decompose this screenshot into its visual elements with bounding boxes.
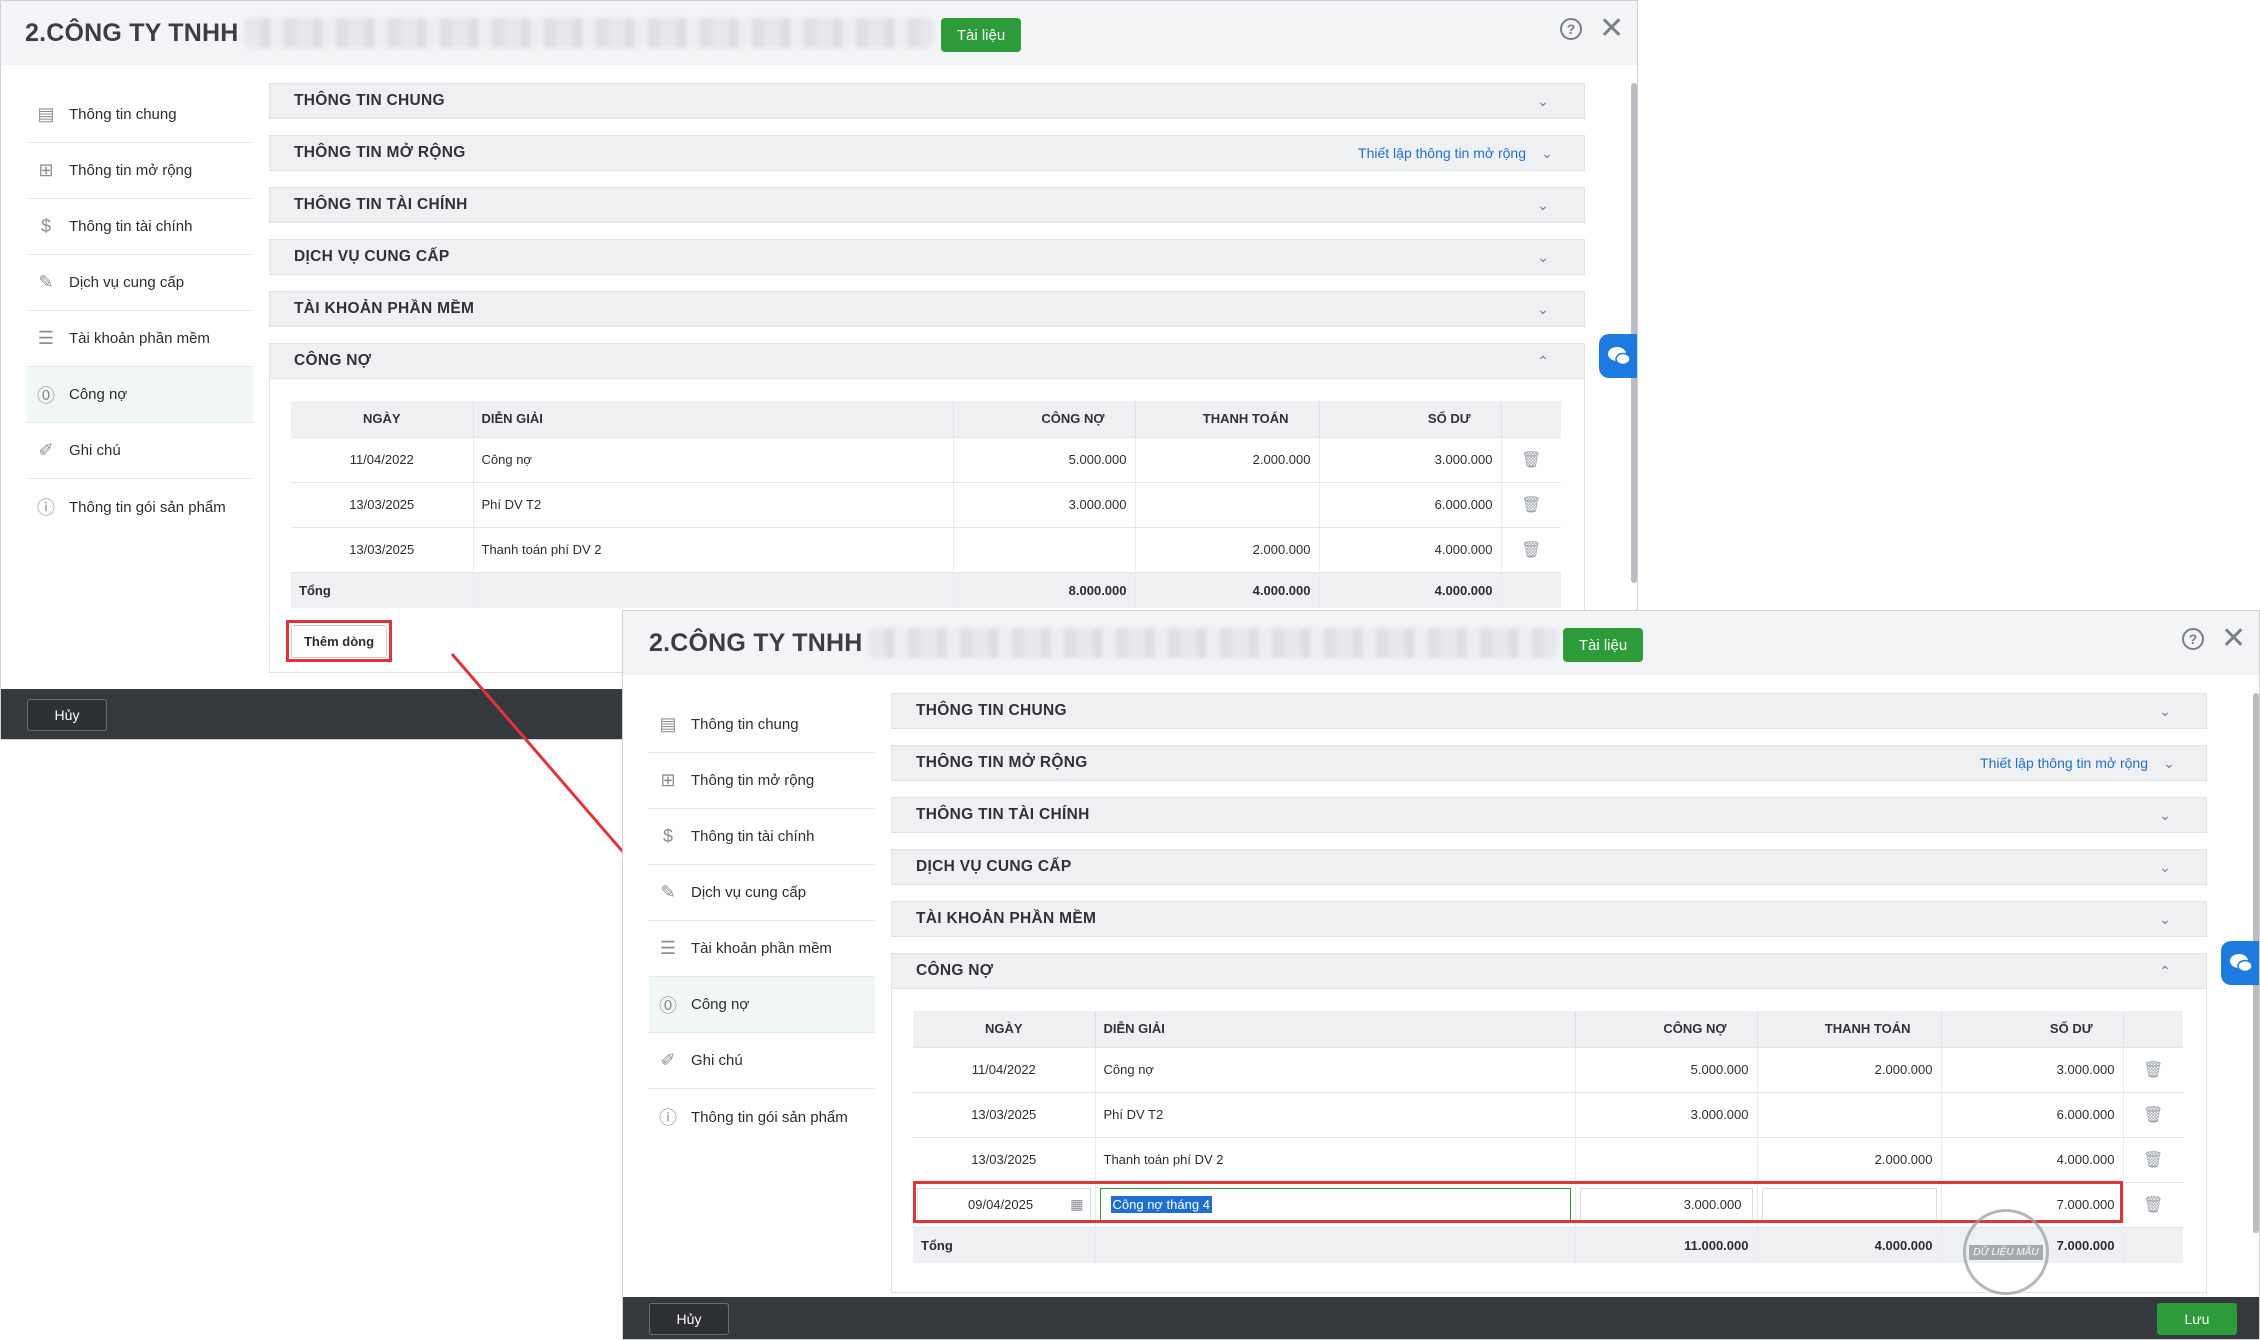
save-button[interactable]: Lưu bbox=[2157, 1303, 2237, 1335]
table-row: 11/04/2022 Công nợ 5.000.000 2.000.000 3… bbox=[913, 1046, 2183, 1092]
section-extended[interactable]: THÔNG TIN MỞ RỘNG Thiết lập thông tin mở … bbox=[891, 745, 2207, 781]
sidebar-item-general[interactable]: ▤ Thông tin chung bbox=[649, 697, 875, 753]
chevron-down-icon: ⌄ bbox=[2159, 702, 2171, 719]
screenshot-stage: 2.CÔNG TY TNHH Tài liệu ? ✕ ▤ Thông tin c… bbox=[0, 0, 2260, 1340]
col-balance: SỐ DƯ bbox=[1941, 1011, 2124, 1047]
sidebar-item-extended[interactable]: ⊞ Thông tin mở rộng bbox=[649, 753, 875, 809]
dollar-doc-icon: $ bbox=[662, 826, 673, 846]
info-icon: ⓘ bbox=[659, 1108, 677, 1128]
tools-icon: ✎ bbox=[660, 882, 676, 902]
section-finance[interactable]: THÔNG TIN TÀI CHÍNH ⌄ bbox=[891, 797, 2207, 833]
col-payment: THANH TOÁN bbox=[1757, 1011, 1942, 1047]
table-header-row: NGÀY DIỄN GIẢI CÔNG NỢ THANH TOÁN SỐ DƯ bbox=[913, 1011, 2183, 1047]
chevron-down-icon: ⌄ bbox=[2159, 910, 2171, 927]
trash-icon[interactable]: 🗑 bbox=[2123, 1091, 2183, 1137]
section-services[interactable]: DỊCH VỤ CUNG CẤP ⌄ bbox=[891, 849, 2207, 885]
sidebar-item-services[interactable]: ✎ Dịch vụ cung cấp bbox=[649, 865, 875, 921]
section-general[interactable]: THÔNG TIN CHUNG ⌄ bbox=[891, 693, 2207, 729]
trash-icon[interactable]: 🗑 bbox=[2123, 1046, 2183, 1092]
help-icon[interactable]: ? bbox=[2182, 628, 2204, 650]
col-debt: CÔNG NỢ bbox=[1575, 1011, 1758, 1047]
cancel-button[interactable]: Hủy bbox=[649, 1303, 729, 1335]
table-row: 13/03/2025 Thanh toán phí DV 2 2.000.000… bbox=[913, 1136, 2183, 1182]
list-icon: ☰ bbox=[659, 938, 677, 958]
col-desc: DIỄN GIẢI bbox=[1095, 1011, 1576, 1047]
chat-button[interactable] bbox=[2221, 941, 2259, 985]
new-row-highlight bbox=[913, 1181, 2123, 1223]
dialog-header: 2.CÔNG TY TNHH Tài liệu ? ✕ bbox=[623, 611, 2259, 675]
sidebar-item-debt[interactable]: ⓪ Công nợ bbox=[649, 977, 875, 1033]
col-actions bbox=[2123, 1011, 2183, 1047]
grid-plus-icon: ⊞ bbox=[660, 770, 676, 790]
sidebar-item-package[interactable]: ⓘ Thông tin gói sản phẩm bbox=[649, 1089, 875, 1145]
col-date: NGÀY bbox=[913, 1011, 1096, 1047]
sidebar-item-notes[interactable]: ✐ Ghi chú bbox=[649, 1033, 875, 1089]
trash-icon[interactable]: 🗑 bbox=[2123, 1181, 2183, 1227]
page-title: 2.CÔNG TY TNHH bbox=[649, 628, 863, 657]
sidebar-item-finance[interactable]: $ Thông tin tài chính bbox=[649, 809, 875, 865]
chevron-down-icon: ⌄ bbox=[2163, 754, 2175, 771]
dialog-footer: Hủy Lưu bbox=[623, 1297, 2259, 1339]
note-icon: ✐ bbox=[660, 1050, 676, 1070]
coin-icon: ⓪ bbox=[659, 995, 677, 1016]
sidebar: ▤ Thông tin chung ⊞ Thông tin mở rộng $ Thô… bbox=[649, 697, 875, 1145]
chevron-down-icon: ⌄ bbox=[2159, 858, 2171, 875]
chevron-up-icon: ⌃ bbox=[2159, 962, 2171, 979]
document-icon: ▤ bbox=[659, 714, 677, 734]
section-debt[interactable]: CÔNG NỢ ⌃ bbox=[891, 953, 2207, 989]
section-accounts[interactable]: TÀI KHOẢN PHẦN MỀM ⌄ bbox=[891, 901, 2207, 937]
sample-data-stamp: DỮ LIỆU MẪU bbox=[1963, 1209, 2049, 1295]
chevron-down-icon: ⌄ bbox=[2159, 806, 2171, 823]
trash-icon[interactable]: 🗑 bbox=[2123, 1136, 2183, 1182]
table-row: 13/03/2025 Phí DV T2 3.000.000 6.000.000… bbox=[913, 1091, 2183, 1137]
chat-icon bbox=[2230, 954, 2253, 973]
sidebar-item-accounts[interactable]: ☰ Tài khoản phần mềm bbox=[649, 921, 875, 977]
close-icon[interactable]: ✕ bbox=[2221, 624, 2246, 654]
extended-settings-link[interactable]: Thiết lập thông tin mở rộng bbox=[1980, 755, 2148, 771]
documents-button[interactable]: Tài liệu bbox=[1563, 628, 1643, 662]
company-name-redacted bbox=[868, 628, 1559, 658]
debt-dialog-after: 2.CÔNG TY TNHH Tài liệu ? ✕ ▤ Thông tin c… bbox=[622, 610, 2260, 1340]
